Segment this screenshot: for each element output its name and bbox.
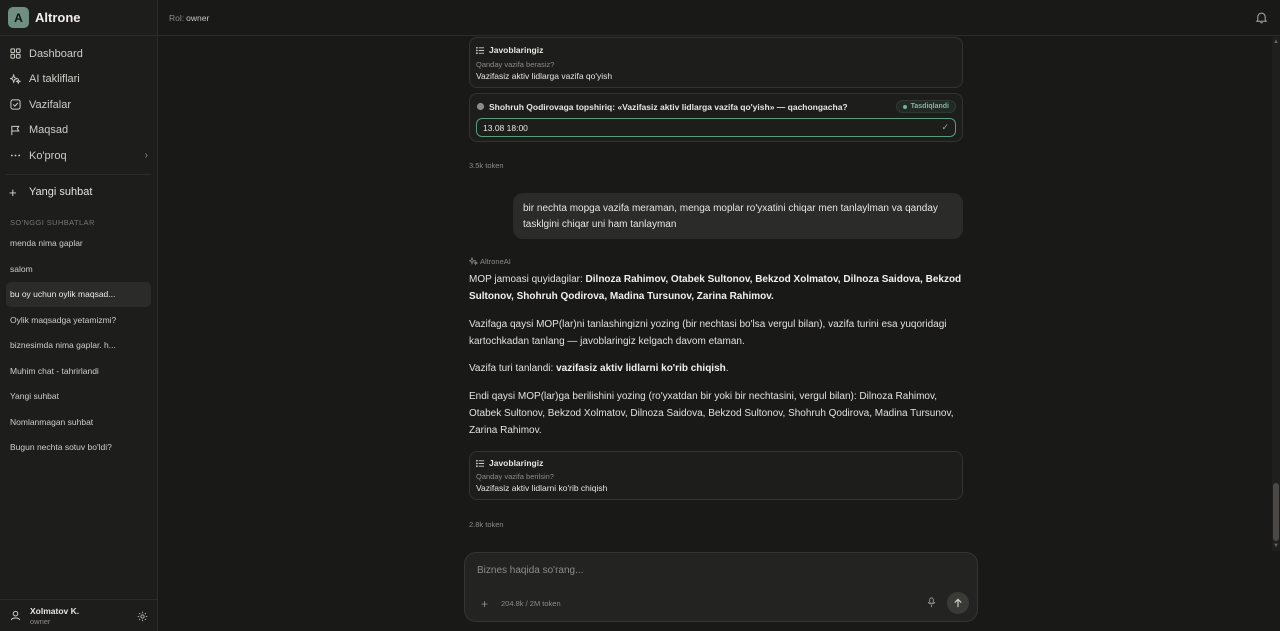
status-badge: Tasdiqlandi (895, 100, 956, 113)
role-label: Rol: (169, 12, 185, 23)
chat-scrollbar[interactable]: ▲ ▼ (1272, 37, 1280, 551)
token-count: 2.8k token (469, 520, 504, 529)
token-usage: 204.8k / 2M token (501, 599, 561, 608)
deadline-card: Shohruh Qodirovaga topshiriq: «Vazifasiz… (469, 93, 963, 142)
user-icon (8, 609, 22, 623)
ai-p3-bold: vazifasiz aktiv lidlarni ko'rib chiqish (556, 363, 726, 374)
bell-icon[interactable] (1255, 11, 1269, 25)
sparkles-icon (468, 256, 479, 266)
sidebar-nav: Dashboard AI takliflari Vazifalar Maqsad… (0, 36, 157, 169)
answers-card-answer: Vazifasiz aktiv lidlarni ko'rib chiqish (476, 483, 608, 493)
history-item[interactable]: Yangi suhbat (6, 384, 151, 410)
divider (6, 173, 151, 175)
answers-card-answer: Vazifasiz aktiv lidlarga vazifa qo'yish (476, 71, 613, 81)
deadline-value: 13.08 18:00 (483, 122, 528, 133)
history-item[interactable]: salom (6, 256, 151, 282)
check-icon: ✓ (941, 122, 949, 132)
brand[interactable]: A Altrone (0, 0, 157, 36)
user-profile[interactable]: Xolmatov K. owner (0, 599, 157, 631)
answers-card-header: Javoblaringiz (476, 45, 956, 55)
chat-history-list: menda nima gaplar salom bu oy uchun oyli… (0, 231, 157, 461)
topbar: Rol: owner (158, 0, 1280, 36)
ai-paragraph-1: MOP jamoasi quyidagilar: Dilnoza Rahimov… (469, 271, 963, 305)
scroll-thumb[interactable] (1273, 483, 1279, 541)
plus-icon: + (9, 184, 17, 200)
list-icon (476, 459, 485, 468)
user-info: Xolmatov K. owner (30, 606, 79, 626)
history-item[interactable]: Muhim chat - tahrirlandi (6, 358, 151, 384)
microphone-icon[interactable] (926, 596, 938, 608)
sidebar-item-ai-suggestions[interactable]: AI takliflari (0, 67, 157, 93)
sidebar-item-tasks[interactable]: Vazifalar (0, 92, 157, 118)
answers-card: Javoblaringiz Qanday vazifa berilsin? Va… (469, 451, 963, 500)
deadline-card-title: Shohruh Qodirovaga topshiriq: «Vazifasiz… (489, 101, 848, 112)
gear-icon[interactable] (137, 610, 149, 622)
sidebar: A Altrone Dashboard AI takliflari Vazifa… (0, 0, 158, 631)
user-role: owner (30, 616, 51, 626)
status-dot (902, 104, 907, 109)
deadline-card-header: Shohruh Qodirovaga topshiriq: «Vazifasiz… (476, 100, 956, 113)
ai-paragraph-2: Vazifaga qaysi MOP(lar)ni tanlashingizni… (469, 319, 947, 347)
scroll-down-icon[interactable]: ▼ (1273, 543, 1279, 549)
sidebar-item-label: Ko'proq (29, 149, 67, 162)
sidebar-item-label: Maqsad (29, 124, 69, 137)
sidebar-item-goal[interactable]: Maqsad (0, 118, 157, 144)
history-item[interactable]: menda nima gaplar (6, 231, 151, 257)
chevron-right-icon: › (144, 150, 148, 162)
token-count: 3.5k token (469, 161, 504, 170)
answers-card-header: Javoblaringiz (476, 458, 956, 468)
brand-name: Altrone (35, 10, 81, 25)
ai-p1-text: MOP jamoasi quyidagilar: (469, 274, 586, 285)
history-item[interactable]: Bugun nechta sotuv bo'ldi? (6, 435, 151, 461)
deadline-field[interactable]: 13.08 18:00 ✓ (476, 118, 956, 137)
ai-p3-text: Vazifa turi tanlandi: (469, 363, 557, 374)
ai-paragraph-3: Vazifa turi tanlandi: vazifasiz aktiv li… (469, 360, 963, 377)
history-item[interactable]: Oylik maqsadga yetamizmi? (6, 307, 151, 333)
attach-plus-icon[interactable]: + (481, 597, 488, 611)
user-message: bir nechta mopga vazifa meraman, menga m… (513, 193, 963, 239)
answers-card-question: Qanday vazifa berasiz? (476, 60, 555, 69)
checkbox-icon (9, 99, 21, 111)
message-composer: + 204.8k / 2M token (464, 552, 978, 622)
send-button[interactable] (947, 592, 969, 614)
role-value: owner (186, 12, 210, 23)
ai-p3-end: . (725, 363, 729, 374)
more-icon (9, 150, 21, 162)
scroll-up-icon[interactable]: ▲ (1273, 39, 1279, 45)
ai-label: AltroneAI (468, 256, 511, 266)
history-item[interactable]: biznesimda nima gaplar. h... (6, 333, 151, 359)
recent-chats-title: SO'NGGI SUHBATLAR (10, 217, 95, 227)
ai-name: AltroneAI (480, 257, 511, 266)
answers-card-title: Javoblaringiz (489, 45, 544, 55)
answers-card-title: Javoblaringiz (489, 458, 544, 468)
answers-card: Javoblaringiz Qanday vazifa berasiz? Vaz… (469, 37, 963, 88)
new-chat-button[interactable]: + Yangi suhbat (0, 180, 157, 205)
status-badge-label: Tasdiqlandi (910, 103, 949, 110)
flag-icon (9, 124, 21, 136)
new-chat-label: Yangi suhbat (29, 186, 93, 198)
message-input[interactable] (477, 565, 957, 576)
arrow-up-icon (954, 598, 962, 607)
answers-card-question: Qanday vazifa berilsin? (476, 472, 554, 481)
user-name: Xolmatov K. (30, 605, 80, 616)
sidebar-item-more[interactable]: Ko'proq › (0, 143, 157, 169)
sidebar-item-label: Vazifalar (29, 98, 71, 111)
ai-paragraph-4: Endi qaysi MOP(lar)ga berilishini yozing… (469, 391, 954, 436)
history-item-active[interactable]: bu oy uchun oylik maqsad... (6, 281, 151, 307)
list-icon (476, 46, 485, 55)
dashboard-icon (9, 48, 21, 60)
history-item[interactable]: Nomlanmagan suhbat (6, 409, 151, 435)
clock-icon (476, 102, 485, 111)
brand-logo: A (8, 7, 29, 28)
sidebar-item-label: Dashboard (29, 47, 83, 60)
sidebar-item-dashboard[interactable]: Dashboard (0, 41, 157, 67)
chat-area: Javoblaringiz Qanday vazifa berasiz? Vaz… (158, 37, 1272, 631)
sidebar-item-label: AI takliflari (29, 73, 80, 86)
sparkles-icon (9, 73, 21, 85)
